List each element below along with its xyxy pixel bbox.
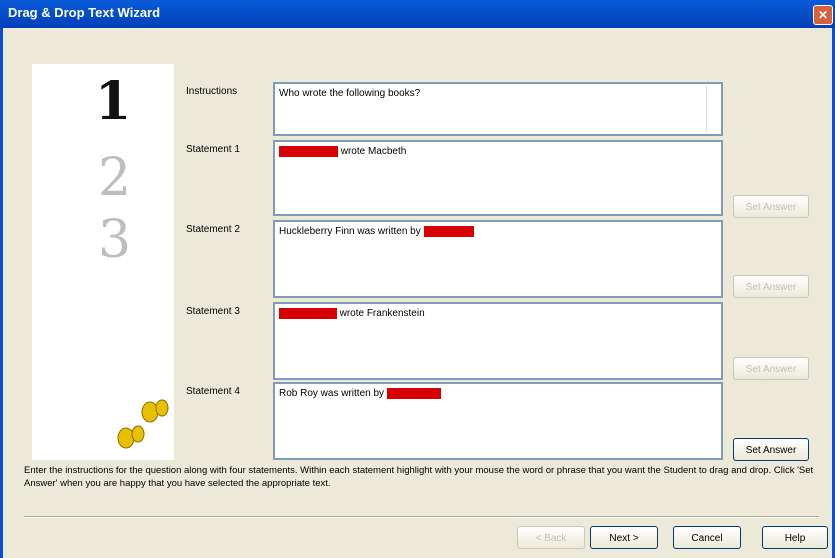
set-answer-button-2[interactable]: Set Answer <box>733 275 809 298</box>
help-text: Enter the instructions for the question … <box>24 465 814 489</box>
footer-divider <box>24 516 819 518</box>
statement-1-highlight[interactable]: Shakespeare <box>279 146 338 157</box>
statement-2-label: Statement 2 <box>186 224 240 235</box>
statement-1-field[interactable]: Shakespeare wrote Macbeth <box>273 140 723 216</box>
statement-2-field[interactable]: Huckleberry Finn was written by Mark Twa… <box>273 220 723 298</box>
set-answer-button-3[interactable]: Set Answer <box>733 357 809 380</box>
statement-3-highlight[interactable]: Mary Shelley <box>279 308 337 319</box>
statement-1-text-after: wrote Macbeth <box>337 146 407 157</box>
instructions-scrollbar[interactable] <box>706 86 719 132</box>
statement-2-highlight[interactable]: Mark Twain <box>423 226 475 237</box>
step-1-indicator: 1 <box>95 71 132 132</box>
statement-2-text-before: Huckleberry Finn was written by <box>279 226 424 237</box>
back-button[interactable]: < Back <box>517 526 585 549</box>
instructions-label: Instructions <box>186 86 238 97</box>
statement-3-label: Statement 3 <box>186 306 240 317</box>
instructions-field[interactable]: Who wrote the following books? <box>273 82 723 136</box>
set-answer-button-1[interactable]: Set Answer <box>733 195 809 218</box>
statement-4-field[interactable]: Rob Roy was written by Walter Scott <box>273 382 723 460</box>
statement-4-highlight[interactable]: Walter Scott <box>386 388 441 399</box>
next-button[interactable]: Next > <box>590 526 658 549</box>
statement-4-label: Statement 4 <box>186 386 240 397</box>
footprints-icon <box>117 399 169 449</box>
instructions-value: Who wrote the following books? <box>279 88 421 99</box>
window-frame-left <box>0 28 3 558</box>
statement-3-text-after: wrote Frankenstein <box>336 308 425 319</box>
step-panel: 1 2 3 <box>32 64 174 460</box>
window-title: Drag & Drop Text Wizard <box>8 5 161 20</box>
help-button[interactable]: Help <box>762 526 828 549</box>
statement-4-text-before: Rob Roy was written by <box>279 388 387 399</box>
statement-1-label: Statement 1 <box>186 144 240 155</box>
statement-3-field[interactable]: Mary Shelley wrote Frankenstein <box>273 302 723 380</box>
step-3-indicator: 3 <box>98 210 132 270</box>
set-answer-button-4[interactable]: Set Answer <box>733 438 809 461</box>
close-icon[interactable]: ✕ <box>813 5 833 25</box>
step-2-indicator: 2 <box>98 148 132 208</box>
cancel-button[interactable]: Cancel <box>673 526 741 549</box>
title-bar[interactable]: Drag & Drop Text Wizard ✕ <box>0 0 835 28</box>
